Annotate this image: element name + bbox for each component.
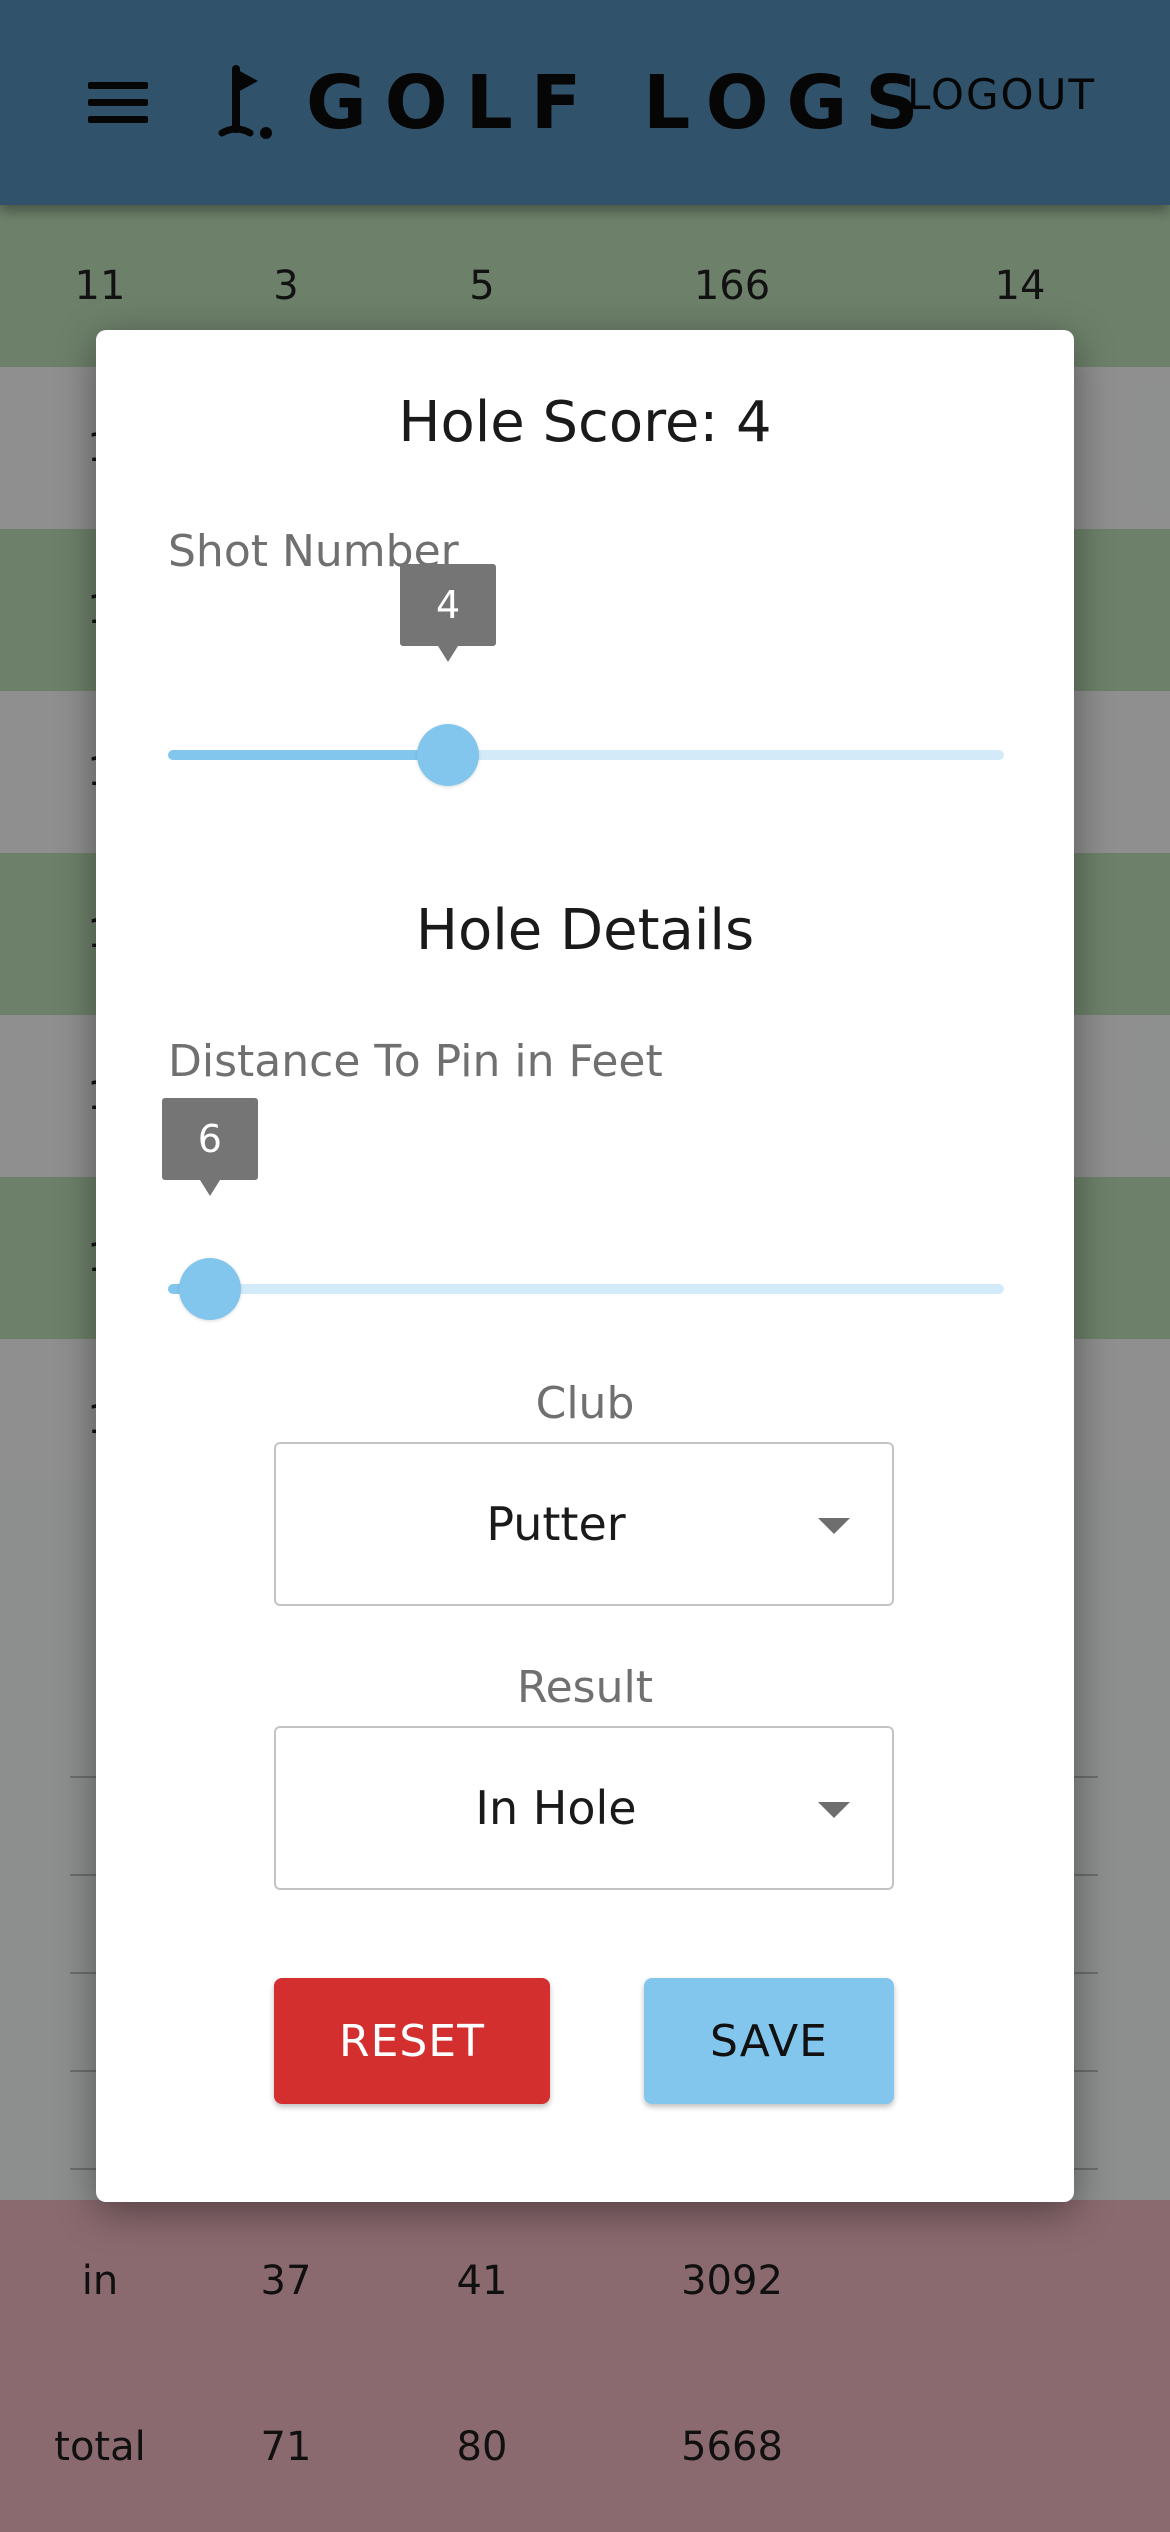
slider-value-label: 6 [161,1098,258,1196]
slider-thumb[interactable] [417,724,480,786]
chevron-down-icon [818,1802,850,1818]
result-select[interactable]: In Hole [274,1726,894,1890]
chevron-down-icon [818,1518,850,1534]
slider-value-label: 4 [400,564,497,662]
dialog-title: Hole Score: 4 [398,390,772,455]
reset-button[interactable]: RESET [274,1978,550,2104]
club-value: Putter [486,1497,626,1551]
slider-thumb[interactable] [178,1258,241,1320]
distance-slider[interactable]: 6 [161,1098,1004,1320]
club-select[interactable]: Putter [274,1442,894,1606]
slider-track [168,750,449,760]
distance-label: Distance To Pin in Feet [168,1036,663,1087]
save-button[interactable]: SAVE [644,1978,894,2104]
result-label: Result [517,1662,653,1713]
result-value: In Hole [475,1781,637,1835]
section-title: Hole Details [415,898,755,963]
hole-score-dialog: Hole Score: 4 Shot Number 4 Hole Details… [96,330,1074,2202]
shot-number-slider[interactable]: 4 [168,564,1004,786]
club-label: Club [535,1378,635,1429]
slider-rail [168,1284,1004,1294]
